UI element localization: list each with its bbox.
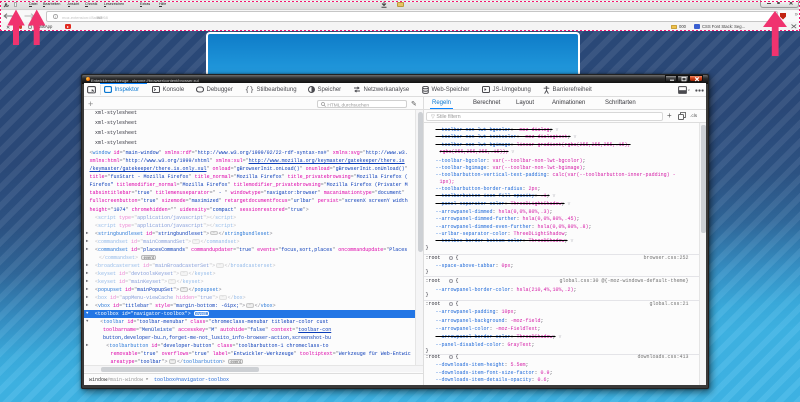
svg-text:{}: {} xyxy=(245,87,254,93)
